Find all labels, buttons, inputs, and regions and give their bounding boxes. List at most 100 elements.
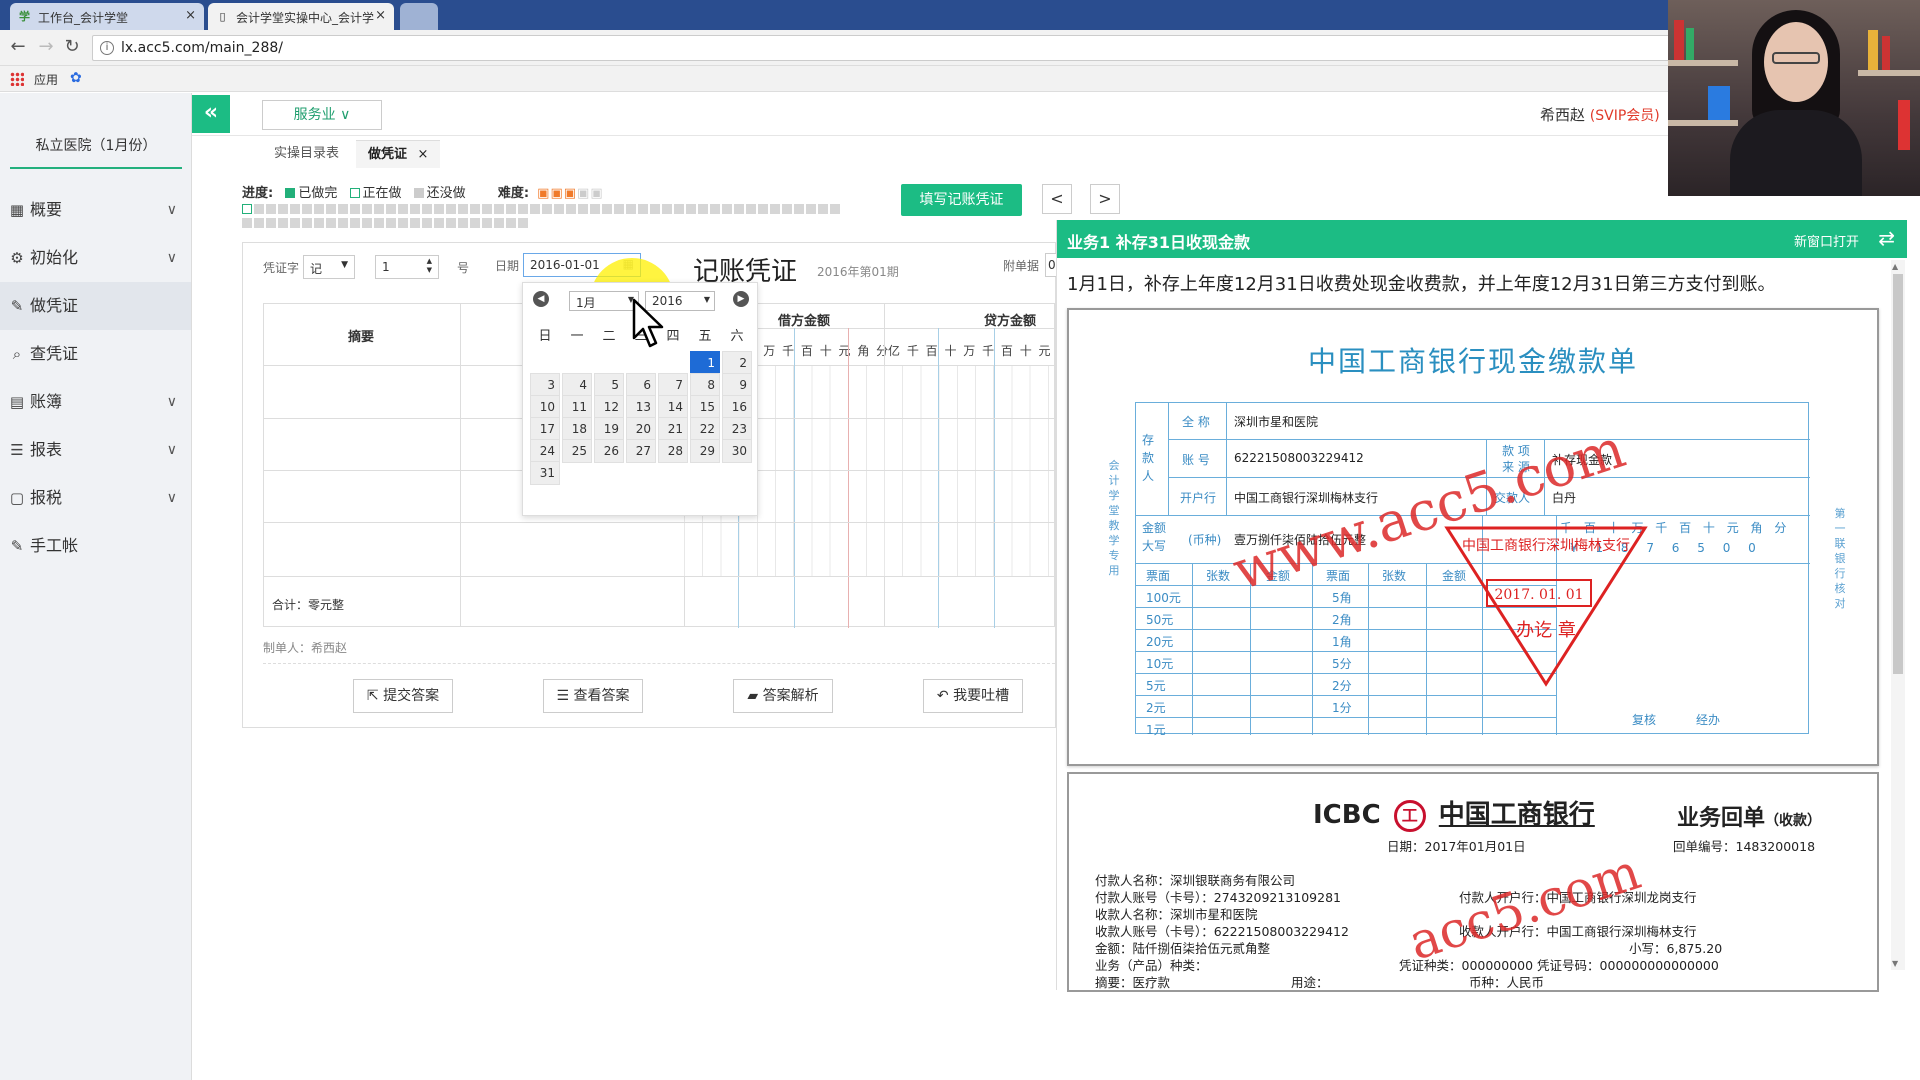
close-tab-icon[interactable]: × (185, 8, 196, 23)
close-icon[interactable]: × (418, 147, 429, 162)
apps-grid-icon[interactable] (10, 72, 24, 86)
month-select[interactable]: 1月 ▼ (569, 291, 639, 311)
sidebar-item-make-voucher[interactable]: ✎ 做凭证 (0, 282, 191, 330)
submit-answer-button[interactable]: ⇱ 提交答案 (353, 679, 453, 713)
calendar-day[interactable]: 17 (530, 417, 560, 441)
book (1708, 86, 1730, 120)
apps-bookmark[interactable]: 应用 (34, 71, 58, 88)
reload-icon[interactable]: ↻ (62, 38, 82, 58)
answer-analysis-button[interactable]: ▰ 答案解析 (733, 679, 833, 713)
calendar-day[interactable]: 5 (594, 373, 624, 397)
prev-month-icon[interactable]: ◀ (533, 291, 549, 307)
sidebar-item-ledger[interactable]: ▤ 账簿 ∨ (0, 378, 191, 426)
calendar-day[interactable]: 30 (722, 439, 752, 463)
progress-cell-current[interactable] (242, 204, 252, 214)
sidebar-item-label: 初始化 (30, 248, 79, 267)
sidebar-item-query-voucher[interactable]: ⌕ 查凭证 (0, 330, 191, 378)
calendar-day[interactable]: 18 (562, 417, 592, 441)
calendar-day[interactable]: 14 (658, 395, 688, 419)
sidebar-item-reports[interactable]: ☰ 报表 ∨ (0, 426, 191, 474)
back-arrow-icon[interactable]: ← (8, 38, 28, 58)
calendar-day[interactable]: 16 (722, 395, 752, 419)
view-answer-button[interactable]: ☰ 查看答案 (543, 679, 643, 713)
todo-swatch (413, 188, 424, 198)
calendar-day[interactable]: 22 (690, 417, 720, 441)
calendar-day[interactable]: 25 (562, 439, 592, 463)
doing-label: 正在做 (362, 186, 402, 201)
tab-make-voucher[interactable]: 做凭证 × (356, 140, 441, 168)
open-new-window-link[interactable]: 新窗口打开 (1794, 231, 1859, 250)
task-panel: 业务1 补存31日收现金款 新窗口打开 ⇄ 1月1日，补存上年度12月31日收费… (1056, 220, 1907, 992)
weekday-label: 六 (730, 329, 744, 344)
swap-icon[interactable]: ⇄ (1878, 226, 1895, 250)
todo-label: 还没做 (426, 186, 466, 201)
user-info[interactable]: 希西赵 (SVIP会员) (1540, 104, 1660, 125)
calendar-day[interactable]: 12 (594, 395, 624, 419)
calendar-day[interactable]: 23 (722, 417, 752, 441)
calendar-day[interactable]: 31 (530, 461, 560, 485)
coin-denomination: 2分 (1332, 679, 1352, 693)
scroll-up-icon[interactable]: ▲ (1892, 262, 1898, 271)
industry-dropdown[interactable]: 服务业 ∨ (262, 100, 382, 130)
browser-tab-workbench[interactable]: 学 工作台_会计学堂 × (10, 3, 204, 30)
url-input[interactable]: i lx.acc5.com/main_288/ (92, 35, 1672, 61)
full-name-label: 全 称 (1182, 415, 1210, 429)
divider (848, 328, 849, 628)
fill-voucher-button[interactable]: 填写记账凭证 (901, 184, 1022, 216)
stepper-icon[interactable]: ▲ ▼ (427, 257, 432, 275)
coin-denomination: 2角 (1332, 613, 1352, 627)
task-header: 业务1 补存31日收现金款 新窗口打开 ⇄ (1057, 220, 1907, 258)
next-month-icon[interactable]: ▶ (733, 291, 749, 307)
calendar-day[interactable]: 26 (594, 439, 624, 463)
voucher-number-input[interactable]: 1 ▲ ▼ (375, 255, 439, 279)
coin-denomination: 1角 (1332, 635, 1352, 649)
scroll-down-icon[interactable]: ▼ (1892, 959, 1898, 968)
feedback-button[interactable]: ↶ 我要吐槽 (923, 679, 1023, 713)
sidebar-item-overview[interactable]: ▦ 概要 ∨ (0, 186, 191, 234)
voucher-word-select[interactable]: 记 ▼ (303, 255, 355, 279)
browser-tab-practice[interactable]: ▯ 会计学堂实操中心_会计学 × (208, 3, 394, 30)
bank-cn-name: 中国工商银行 (1438, 800, 1595, 830)
tab-catalog[interactable]: 实操目录表 (262, 140, 351, 168)
forward-arrow-icon[interactable]: → (36, 38, 56, 58)
sidebar-item-manual[interactable]: ✎ 手工帐 (0, 522, 191, 570)
calendar-day[interactable]: 21 (658, 417, 688, 441)
attachments-value: 0 (1048, 258, 1056, 272)
company-name: 私立医院（1月份） (10, 135, 182, 169)
bookmark-icon[interactable]: ✿ (70, 70, 82, 86)
industry-label: 服务业 (293, 107, 336, 123)
calendar-day[interactable]: 6 (626, 373, 656, 397)
browser-tab-title: 会计学堂实操中心_会计学 (236, 11, 375, 25)
calendar-day[interactable]: 8 (690, 373, 720, 397)
sidebar-item-label: 账簿 (30, 392, 63, 411)
calendar-day[interactable]: 10 (530, 395, 560, 419)
calendar-day[interactable]: 13 (626, 395, 656, 419)
calendar-day[interactable]: 3 (530, 373, 560, 397)
calendar-day[interactable]: 9 (722, 373, 752, 397)
voucher-total: 合计：零元整 (272, 598, 345, 612)
calendar-day[interactable]: 7 (658, 373, 688, 397)
prev-task-button[interactable]: < (1042, 184, 1072, 214)
sidebar-item-tax[interactable]: ▢ 报税 ∨ (0, 474, 191, 522)
calendar-day[interactable]: 11 (562, 395, 592, 419)
calendar-day[interactable]: 28 (658, 439, 688, 463)
scrollbar[interactable]: ▲ ▼ (1891, 260, 1905, 970)
info-icon[interactable]: i (100, 41, 114, 55)
close-tab-icon[interactable]: × (375, 8, 386, 23)
calendar-day[interactable]: 2 (722, 351, 752, 375)
calendar-day[interactable]: 20 (626, 417, 656, 441)
collapse-sidebar-button[interactable]: « (192, 95, 230, 133)
next-task-button[interactable]: > (1090, 184, 1120, 214)
calendar-day[interactable]: 15 (690, 395, 720, 419)
calendar-day[interactable]: 1 (690, 351, 720, 375)
progress-grid[interactable] (242, 204, 842, 228)
calendar-day[interactable]: 4 (562, 373, 592, 397)
calendar-day[interactable]: 19 (594, 417, 624, 441)
account-value: 62221508003229412 (1234, 451, 1364, 465)
new-tab-button[interactable] (400, 3, 438, 30)
calendar-day[interactable]: 27 (626, 439, 656, 463)
calendar-day[interactable]: 29 (690, 439, 720, 463)
calendar-day[interactable]: 24 (530, 439, 560, 463)
sidebar-item-init[interactable]: ⚙ 初始化 ∨ (0, 234, 191, 282)
scrollbar-thumb[interactable] (1893, 274, 1903, 674)
